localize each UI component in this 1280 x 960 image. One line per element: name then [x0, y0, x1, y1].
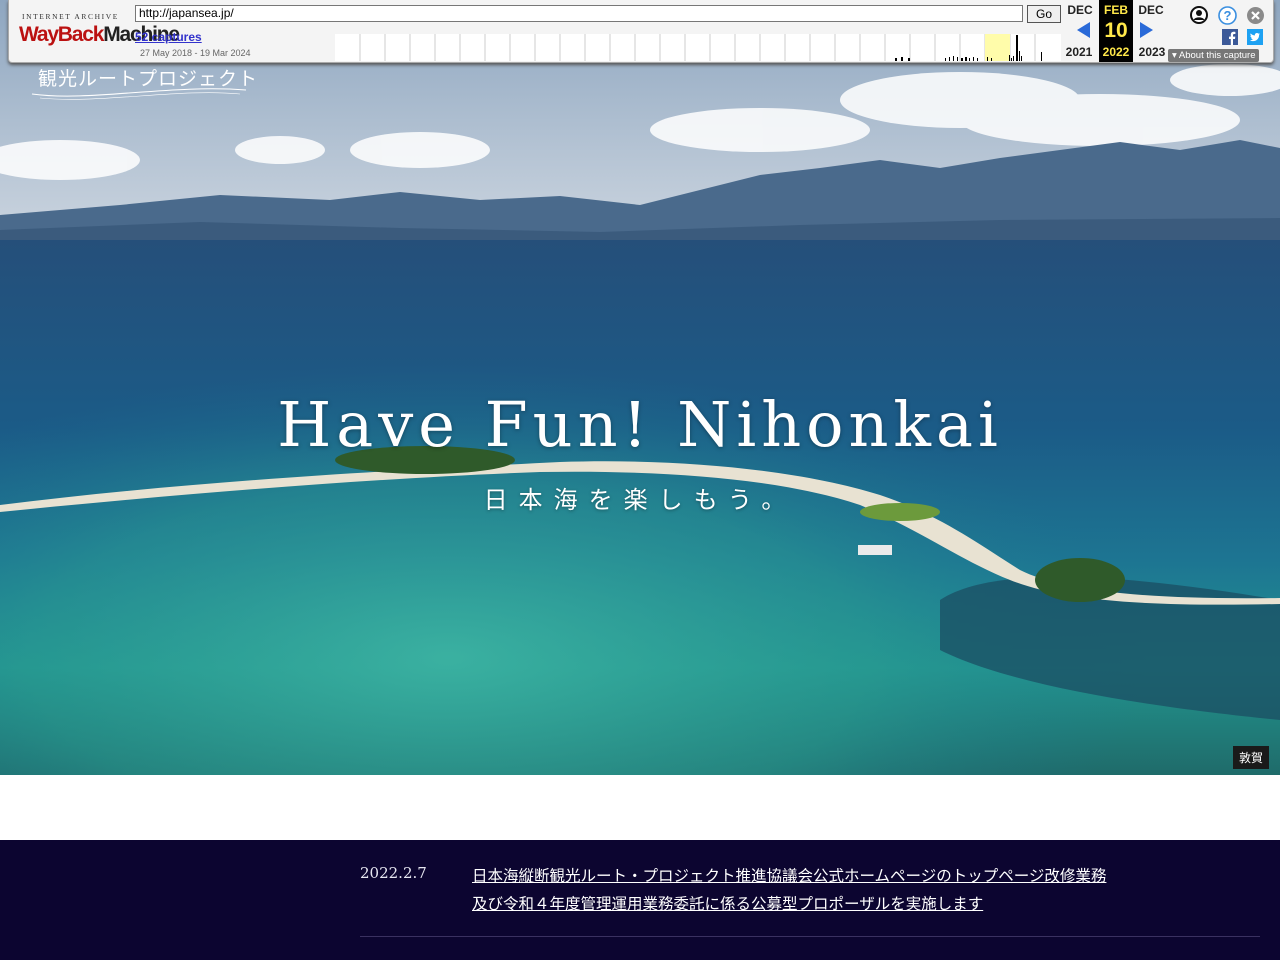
hero-banner: 観光ルートプロジェクト Have Fun! Nihonkai 日本海を楽しもう。… — [0, 0, 1280, 775]
news-divider — [360, 936, 1260, 937]
location-badge: 敦賀 — [1232, 746, 1269, 769]
current-year: 2022 — [1102, 45, 1130, 59]
current-day: 10 — [1104, 19, 1128, 42]
about-capture-button[interactable]: ▾ About this capture — [1168, 49, 1260, 62]
wayback-word: WayBack — [19, 23, 104, 46]
twitter-icon[interactable] — [1247, 29, 1263, 45]
help-icon[interactable]: ? — [1218, 6, 1237, 25]
next-capture-arrow-icon[interactable] — [1140, 22, 1153, 38]
chevron-down-icon: ▾ — [1172, 50, 1177, 61]
prev-capture-arrow-icon[interactable] — [1077, 22, 1090, 38]
close-icon[interactable] — [1246, 6, 1265, 25]
news-section: 2022.2.7 日本海縦断観光ルート・プロジェクト推進協議会公式ホームページの… — [0, 840, 1280, 960]
news-link[interactable]: 日本海縦断観光ルート・プロジェクト推進協議会公式ホームページのトップページ改修業… — [472, 862, 1112, 918]
capture-sparkline[interactable] — [335, 34, 1061, 61]
about-capture-label: About this capture — [1178, 50, 1256, 61]
next-month[interactable]: DEC — [1134, 3, 1168, 17]
next-year: 2023 — [1138, 45, 1166, 59]
current-month: FEB — [1104, 3, 1128, 17]
svg-text:?: ? — [1224, 8, 1232, 23]
prev-month[interactable]: DEC — [1063, 3, 1097, 17]
current-capture: FEB 10 2022 — [1099, 0, 1133, 62]
hero-title: Have Fun! Nihonkai — [277, 388, 1003, 461]
hero-subtitle: 日本海を楽しもう。 — [483, 486, 797, 514]
facebook-icon[interactable] — [1222, 29, 1238, 45]
prev-year: 2021 — [1065, 45, 1093, 59]
go-button[interactable]: Go — [1027, 5, 1061, 23]
user-icon[interactable] — [1190, 6, 1208, 24]
news-date: 2022.2.7 — [360, 864, 427, 882]
ia-label: INTERNET ARCHIVE — [22, 12, 119, 21]
captures-link[interactable]: 52 captures — [135, 30, 202, 44]
site-logo[interactable]: 観光ルートプロジェクト — [31, 64, 258, 100]
wayback-toolbar: INTERNET ARCHIVE WayBackMachine http://j… — [8, 0, 1274, 63]
capture-range: 27 May 2018 - 19 Mar 2024 — [140, 48, 251, 58]
wayback-logo[interactable]: INTERNET ARCHIVE WayBackMachine — [19, 8, 180, 53]
url-input[interactable]: http://japansea.jp/ — [135, 5, 1023, 22]
logo-wave-decoration — [31, 88, 247, 100]
